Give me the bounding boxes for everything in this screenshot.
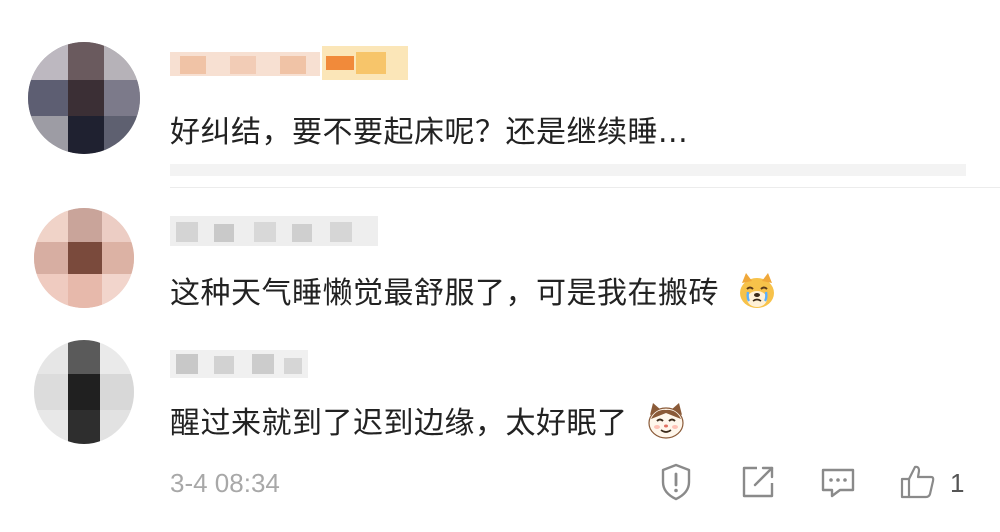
like-icon[interactable] (898, 462, 938, 502)
separator (170, 187, 1000, 188)
report-icon[interactable] (656, 462, 696, 502)
comment-text: 醒过来就到了迟到边缘，太好眠了 (170, 398, 686, 449)
comment-divider (170, 164, 966, 176)
username[interactable] (170, 212, 378, 246)
cat-face-icon (646, 401, 686, 449)
avatar[interactable] (28, 42, 140, 154)
username[interactable] (170, 46, 408, 80)
comment-text-content: 这种天气睡懒觉最舒服了，可是我在搬砖 (170, 276, 719, 311)
like-count: 1 (950, 468, 965, 498)
share-icon[interactable] (738, 462, 778, 502)
comment-timestamp: 3-4 08:34 (170, 468, 280, 498)
avatar[interactable] (34, 340, 134, 444)
reply-icon[interactable] (818, 462, 858, 502)
comment-text: 这种天气睡懒觉最舒服了，可是我在搬砖 (170, 268, 777, 319)
comment-text: 好纠结，要不要起床呢？还是继续睡... (170, 115, 689, 150)
dog-crying-icon (737, 271, 777, 319)
avatar[interactable] (34, 208, 134, 308)
comment-text-content: 醒过来就到了迟到边缘，太好眠了 (170, 406, 628, 441)
username[interactable] (170, 346, 308, 380)
